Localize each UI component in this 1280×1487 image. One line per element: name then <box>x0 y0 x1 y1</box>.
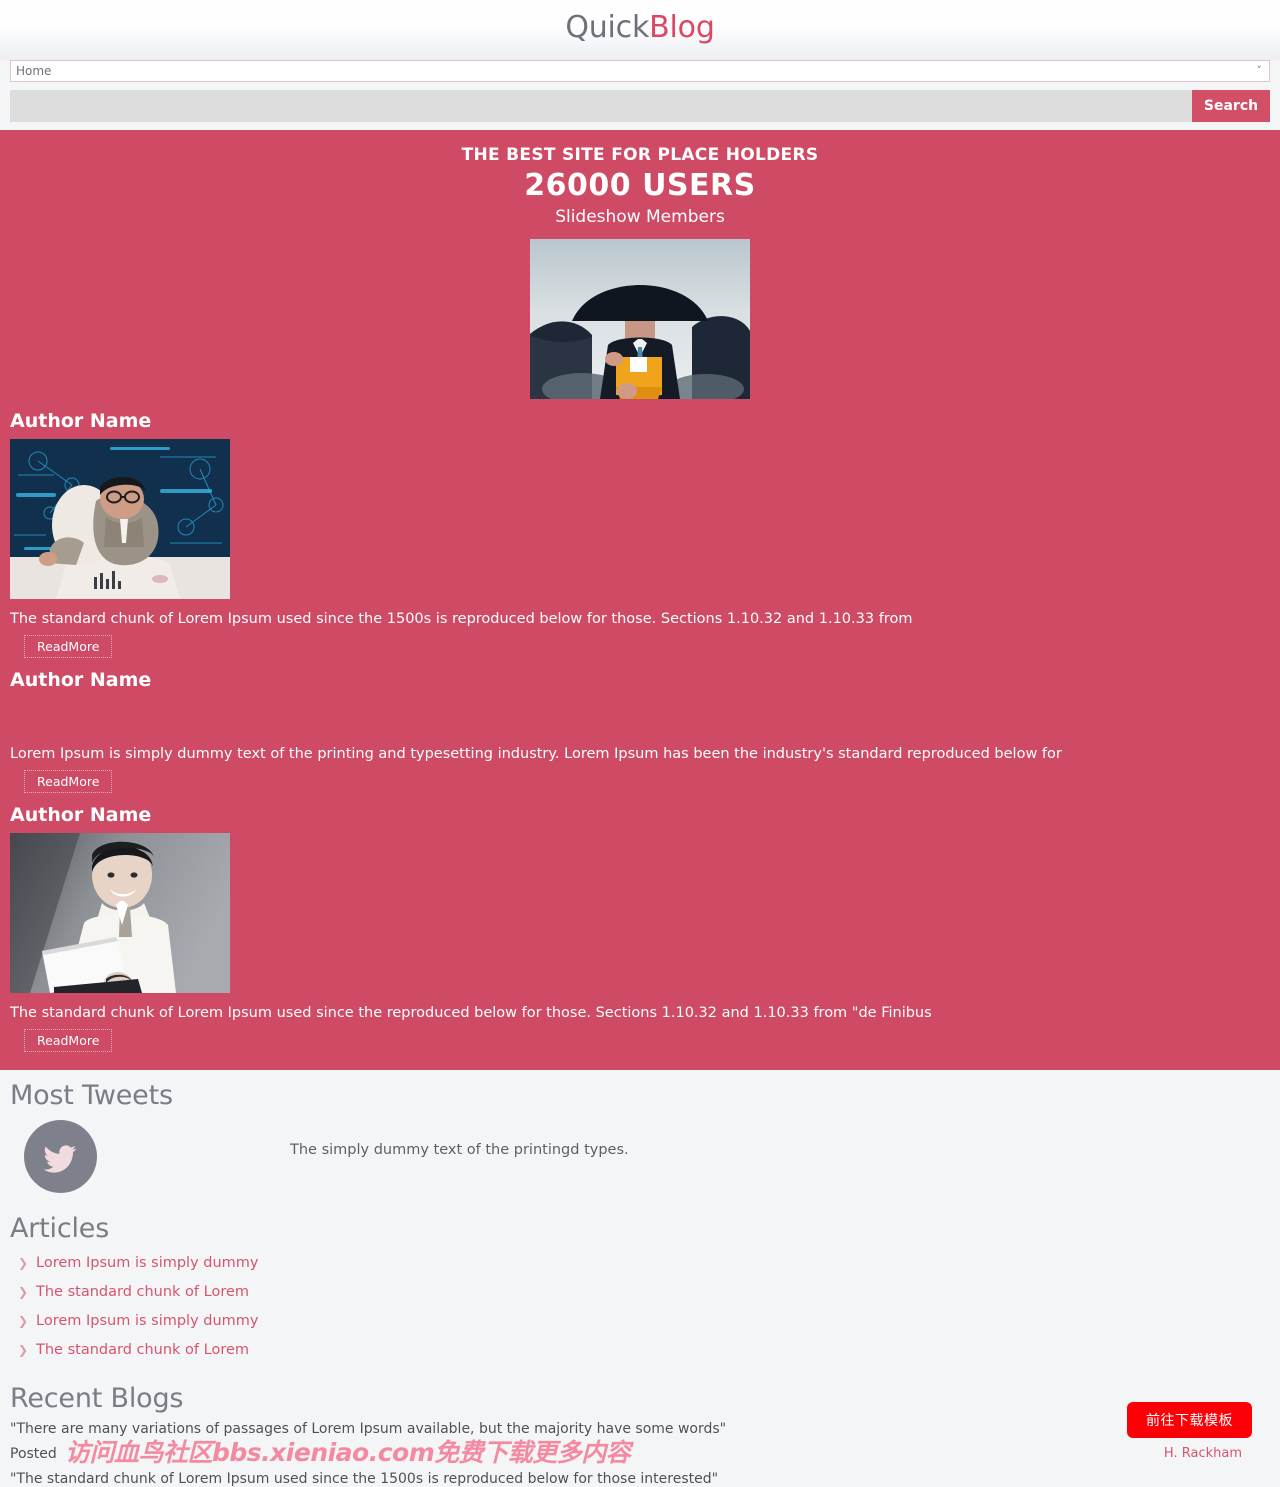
readmore-button-1[interactable]: ReadMore <box>24 635 113 658</box>
recent-blog-quote-2: "The standard chunk of Lorem Ipsum used … <box>10 1471 719 1487</box>
readmore-button-3[interactable]: ReadMore <box>24 1029 113 1052</box>
hero-image-container <box>10 239 1270 399</box>
blog-post-1: Author Name The standard chunk of Lorem … <box>10 407 1270 658</box>
lower-content-section: Most Tweets The simply dummy text of the… <box>0 1070 1280 1487</box>
post-image-3 <box>10 833 230 993</box>
article-link[interactable]: Lorem Ipsum is simply dummy <box>36 1307 259 1336</box>
post-image-1 <box>10 439 230 599</box>
hero-and-posts-section: THE BEST SITE FOR PLACE HOLDERS 26000 US… <box>0 130 1280 1070</box>
post-image-placeholder-2 <box>10 698 230 734</box>
article-link[interactable]: The standard chunk of Lorem <box>36 1278 249 1307</box>
search-button[interactable]: Search <box>1192 90 1270 122</box>
readmore-button-2[interactable]: ReadMore <box>24 770 113 793</box>
blog-post-2: Author Name Lorem Ipsum is simply dummy … <box>10 666 1270 793</box>
posted-row: Posted 访问血鸟社区bbs.xieniao.com免费下载更多内容 H. … <box>10 1438 1270 1467</box>
post-excerpt: The standard chunk of Lorem Ipsum used s… <box>10 611 913 627</box>
hero-user-count: 26000 USERS <box>524 168 756 203</box>
search-input[interactable] <box>10 90 1192 122</box>
articles-list: ❯ Lorem Ipsum is simply dummy ❯ The stan… <box>10 1249 1270 1365</box>
list-item[interactable]: ❯ Lorem Ipsum is simply dummy <box>10 1249 1270 1278</box>
list-item[interactable]: ❯ The standard chunk of Lorem <box>10 1336 1270 1365</box>
logo-text-blog: Blog <box>649 10 715 45</box>
blog-post-3: Author Name The standard chunk of Lorem … <box>10 801 1270 1052</box>
most-tweets-heading: Most Tweets <box>10 1080 173 1111</box>
hero-header: THE BEST SITE FOR PLACE HOLDERS 26000 US… <box>10 144 1270 229</box>
chevron-right-icon: ❯ <box>17 1314 29 1328</box>
chevron-right-icon: ❯ <box>17 1285 29 1299</box>
article-link[interactable]: Lorem Ipsum is simply dummy <box>36 1249 259 1278</box>
articles-heading: Articles <box>10 1213 110 1244</box>
tweet-item: The simply dummy text of the printingd t… <box>10 1120 1270 1193</box>
hero-kicker: THE BEST SITE FOR PLACE HOLDERS <box>461 145 819 165</box>
post-author-name: Author Name <box>10 669 152 691</box>
site-logo[interactable]: QuickBlog <box>565 10 715 47</box>
avatar[interactable] <box>24 1120 97 1193</box>
chevron-right-icon: ❯ <box>17 1343 29 1357</box>
nav-page-select[interactable]: Home <box>10 60 1270 82</box>
chevron-right-icon: ❯ <box>17 1256 29 1270</box>
download-template-button[interactable]: 前往下载模板 <box>1127 1402 1252 1438</box>
recent-blog-author: H. Rackham <box>1163 1446 1242 1461</box>
logo-text-quick: Quick <box>565 10 650 45</box>
recent-blogs-heading: Recent Blogs <box>10 1383 184 1414</box>
post-author-name: Author Name <box>10 410 152 432</box>
site-header: QuickBlog <box>0 0 1280 60</box>
watermark-text: 访问血鸟社区bbs.xieniao.com免费下载更多内容 <box>65 1438 631 1467</box>
list-item[interactable]: ❯ The standard chunk of Lorem <box>10 1278 1270 1307</box>
posted-label: Posted <box>10 1446 57 1462</box>
hero-subtitle: Slideshow Members <box>555 207 725 227</box>
tweet-text: The simply dummy text of the printingd t… <box>290 1142 629 1158</box>
post-author-name: Author Name <box>10 804 152 826</box>
hero-slideshow-image <box>530 239 750 399</box>
twitter-bird-icon <box>43 1144 76 1173</box>
post-excerpt: The standard chunk of Lorem Ipsum used s… <box>10 1005 932 1021</box>
list-item[interactable]: ❯ Lorem Ipsum is simply dummy <box>10 1307 1270 1336</box>
article-link[interactable]: The standard chunk of Lorem <box>36 1336 249 1365</box>
nav-select-container: Home ˅ <box>0 60 1280 82</box>
recent-blog-quote-1: "There are many variations of passages o… <box>10 1421 727 1437</box>
search-bar: Search <box>0 82 1280 122</box>
post-excerpt: Lorem Ipsum is simply dummy text of the … <box>10 746 1062 762</box>
